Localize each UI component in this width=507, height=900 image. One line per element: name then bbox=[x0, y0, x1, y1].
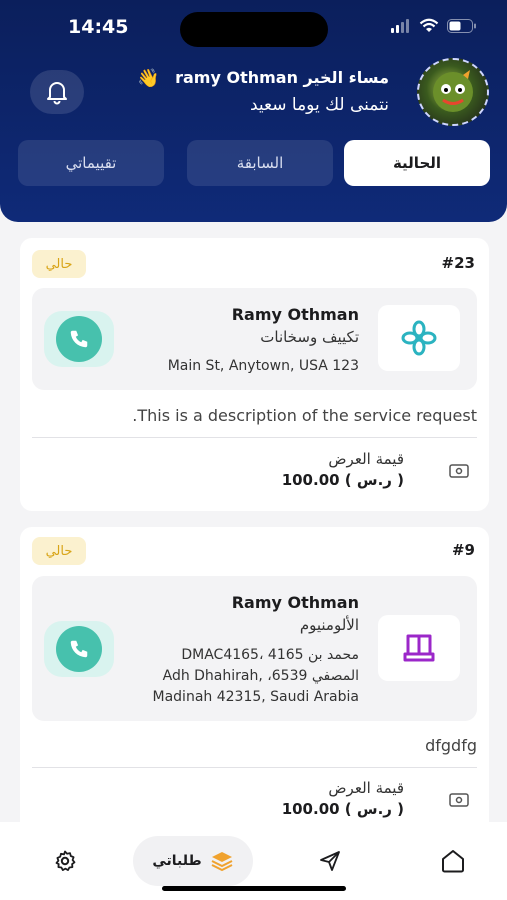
customer-address: Main St, Anytown, USA 123 bbox=[167, 358, 359, 374]
service-description: dfgdfg bbox=[425, 736, 477, 755]
header: 14:45 👋 مساء الخير ramy Othman نتمنى لك … bbox=[0, 0, 507, 222]
signal-icon bbox=[391, 18, 409, 33]
home-icon bbox=[442, 850, 464, 873]
avatar-image bbox=[433, 70, 473, 112]
notifications-button[interactable] bbox=[30, 70, 84, 114]
waving-hand-icon: 👋 bbox=[137, 68, 160, 89]
tab-current[interactable]: الحالية bbox=[344, 140, 490, 186]
status-bar: 14:45 bbox=[0, 0, 507, 56]
call-circle bbox=[56, 626, 102, 672]
nav-settings[interactable] bbox=[40, 836, 90, 886]
customer-panel: Ramy Othman الألومنيوم DMAC4165، 4165 مح… bbox=[32, 576, 477, 721]
nav-my-orders-label: طلباتي bbox=[152, 853, 202, 869]
phone-icon bbox=[70, 330, 88, 348]
divider bbox=[32, 437, 477, 438]
nav-send-request[interactable] bbox=[305, 836, 355, 886]
call-button[interactable] bbox=[44, 311, 114, 367]
call-button[interactable] bbox=[44, 621, 114, 677]
order-tabs: تقييماتي السابقة الحالية bbox=[18, 140, 490, 186]
offer-label: قيمة العرض bbox=[328, 450, 404, 468]
status-time: 14:45 bbox=[68, 16, 129, 38]
offer-value: 100.00 ( ر.س ) bbox=[281, 800, 404, 818]
divider bbox=[32, 767, 477, 768]
cash-icon bbox=[449, 793, 469, 807]
cash-icon bbox=[449, 464, 469, 478]
order-card[interactable]: حالي #9 Ramy Othman الألومنيوم DMAC4165،… bbox=[20, 527, 489, 847]
offer-label: قيمة العرض bbox=[328, 779, 404, 797]
fan-icon bbox=[401, 320, 437, 356]
gear-icon bbox=[55, 850, 76, 871]
service-icon bbox=[378, 615, 460, 681]
avatar[interactable] bbox=[417, 58, 489, 126]
home-indicator bbox=[162, 886, 346, 891]
service-icon bbox=[378, 305, 460, 371]
call-circle bbox=[56, 316, 102, 362]
send-icon bbox=[320, 851, 340, 871]
dynamic-island bbox=[180, 12, 328, 47]
customer-address-line-3: Madinah 42315, Saudi Arabia bbox=[152, 689, 359, 705]
system-icons bbox=[391, 18, 477, 33]
order-number: #9 bbox=[451, 541, 475, 559]
offer-value: 100.00 ( ر.س ) bbox=[281, 471, 404, 489]
customer-panel: Ramy Othman تكييف وسخانات Main St, Anyto… bbox=[32, 288, 477, 390]
order-number: #23 bbox=[441, 254, 475, 272]
order-card[interactable]: حالي #23 Ramy Othman تكييف وسخانات Main … bbox=[20, 238, 489, 511]
tab-my-ratings[interactable]: تقييماتي bbox=[18, 140, 164, 186]
status-badge: حالي bbox=[32, 250, 86, 278]
phone-icon bbox=[70, 640, 88, 658]
bell-icon bbox=[47, 82, 67, 105]
window-frame-icon bbox=[403, 634, 435, 662]
wifi-icon bbox=[419, 18, 439, 32]
greeting-subtitle: نتمنى لك يوما سعيد bbox=[249, 95, 389, 115]
service-type: الألومنيوم bbox=[299, 616, 359, 634]
greeting-text: مساء الخير ramy Othman bbox=[175, 68, 389, 87]
status-badge: حالي bbox=[32, 537, 86, 565]
customer-address-line-1: DMAC4165، 4165 محمد بن bbox=[181, 647, 359, 663]
customer-name: Ramy Othman bbox=[231, 305, 359, 324]
battery-icon bbox=[447, 18, 476, 33]
layers-icon bbox=[211, 852, 233, 872]
tab-previous[interactable]: السابقة bbox=[187, 140, 333, 186]
nav-my-orders[interactable]: طلباتي bbox=[133, 836, 253, 886]
service-type: تكييف وسخانات bbox=[260, 328, 359, 346]
service-description: .This is a description of the service re… bbox=[132, 406, 477, 425]
customer-address-line-2: Adh Dhahirah, ،6539 المصفي bbox=[162, 668, 359, 684]
nav-home[interactable] bbox=[428, 836, 478, 886]
customer-name: Ramy Othman bbox=[231, 593, 359, 612]
